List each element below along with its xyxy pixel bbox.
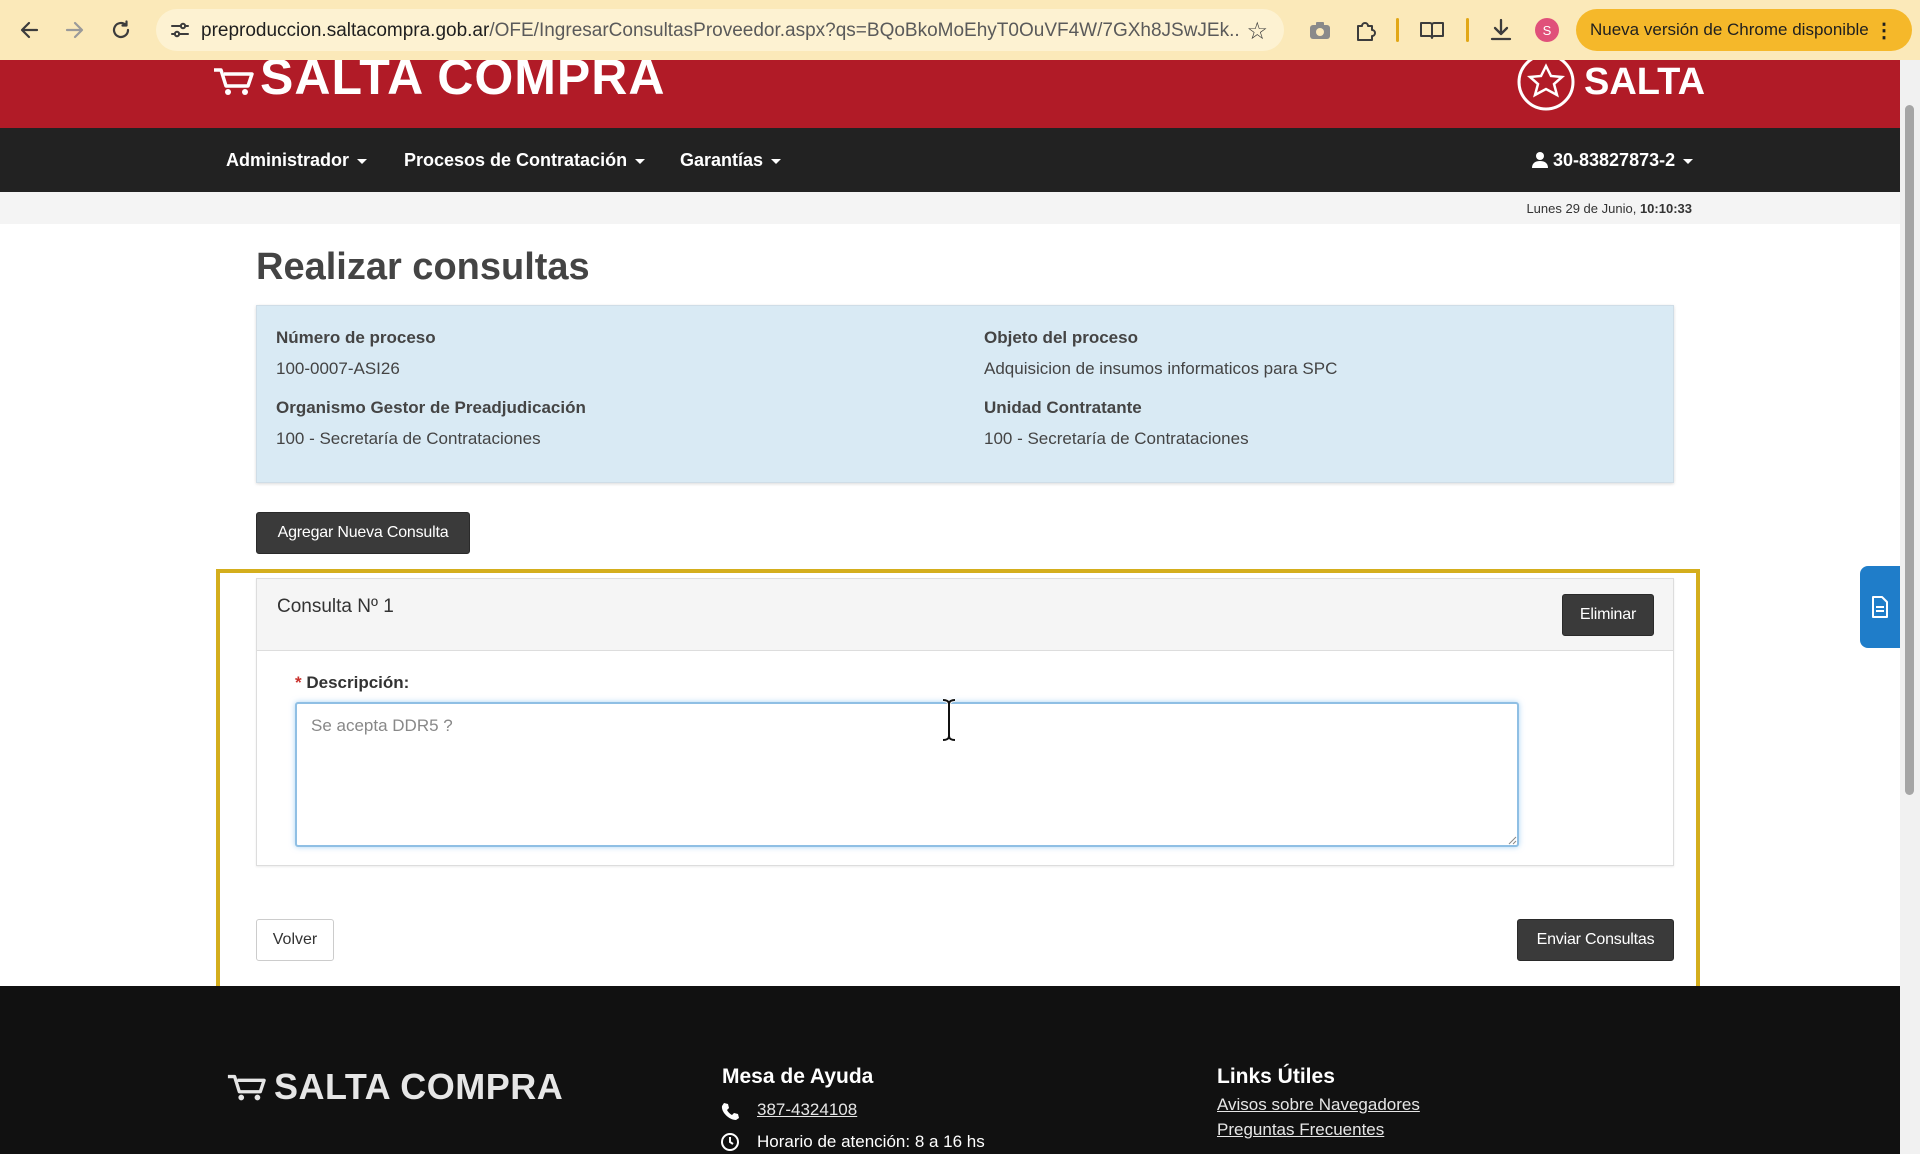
caret-down-icon	[771, 158, 782, 164]
forward-arrow-icon[interactable]	[60, 15, 90, 45]
nav-garantias[interactable]: Garantías	[680, 150, 782, 171]
main-navbar: Administrador Procesos de Contratación G…	[0, 128, 1900, 192]
help-desk-heading: Mesa de Ayuda	[722, 1065, 874, 1088]
caret-down-icon	[1683, 158, 1694, 164]
extensions-puzzle-icon[interactable]	[1352, 16, 1380, 44]
caret-down-icon	[357, 158, 368, 164]
kebab-menu-icon[interactable]: ⋮	[1874, 18, 1894, 43]
numero-value: 100-0007-ASI26	[276, 359, 400, 378]
address-bar[interactable]: preproduccion.saltacompra.gob.ar/OFE/Ing…	[156, 9, 1284, 51]
description-label-text: Descripción:	[306, 673, 410, 692]
side-document-tab[interactable]	[1860, 566, 1900, 648]
current-datetime: Lunes 29 de Junio, 10:10:33	[1526, 201, 1692, 216]
objeto-label: Objeto del proceso	[984, 328, 1138, 347]
process-info-box: Número de proceso 100-0007-ASI26 Organis…	[256, 305, 1674, 483]
profile-avatar[interactable]: S	[1535, 18, 1559, 42]
footer-link-faq[interactable]: Preguntas Frecuentes	[1217, 1120, 1384, 1140]
url-host: preproduccion.saltacompra.gob.ar	[201, 20, 490, 41]
document-icon	[1872, 596, 1888, 618]
bookmark-star-icon[interactable]: ☆	[1246, 17, 1268, 46]
camera-icon[interactable]	[1306, 16, 1334, 44]
resize-grip-icon[interactable]	[1507, 835, 1517, 845]
help-phone-link[interactable]: 387-4324108	[757, 1100, 857, 1120]
cart-icon	[214, 68, 254, 95]
current-time: 10:10:33	[1639, 201, 1692, 216]
help-hours: Horario de atención: 8 a 16 hs	[757, 1132, 985, 1151]
scrollbar-thumb[interactable]	[1905, 105, 1914, 795]
site-header: SALTA COMPRA SALTA	[0, 60, 1900, 128]
page-scrollbar[interactable]	[1900, 60, 1920, 1154]
site-footer: SALTA COMPRA Mesa de Ayuda 387-4324108 H…	[0, 986, 1900, 1154]
text-cursor-icon	[942, 698, 956, 742]
toolbar-separator	[1396, 18, 1399, 42]
organismo-label: Organismo Gestor de Preadjudicación	[276, 398, 586, 417]
caret-down-icon	[635, 158, 646, 164]
date-bar: Lunes 29 de Junio, 10:10:33	[0, 192, 1900, 224]
nav-garantias-label: Garantías	[680, 150, 764, 170]
nav-user-menu[interactable]: 30-83827873-2	[1532, 150, 1694, 171]
unidad-value: 100 - Secretaría de Contrataciones	[984, 429, 1249, 448]
consulta-panel-header: Consulta Nº 1 Eliminar	[257, 579, 1673, 651]
chrome-update-button[interactable]: Nueva versión de Chrome disponible ⋮	[1576, 9, 1912, 51]
required-asterisk: *	[295, 673, 302, 692]
reading-mode-icon[interactable]	[1418, 16, 1446, 44]
nav-procesos[interactable]: Procesos de Contratación	[404, 150, 646, 171]
numero-label: Número de proceso	[276, 328, 436, 347]
send-consultas-button[interactable]: Enviar Consultas	[1517, 919, 1674, 961]
footer-logo-text: SALTA COMPRA	[274, 1066, 564, 1107]
back-arrow-icon[interactable]	[14, 15, 44, 45]
toolbar-separator	[1466, 18, 1469, 42]
consulta-title: Consulta Nº 1	[277, 596, 394, 617]
site-logo-text: SALTA COMPRA	[260, 60, 666, 105]
description-label: * Descripción:	[295, 673, 409, 693]
useful-links-heading: Links Útiles	[1217, 1065, 1335, 1088]
salta-gov-logo: SALTA	[1516, 60, 1705, 112]
chrome-update-label: Nueva versión de Chrome disponible	[1590, 20, 1869, 39]
url-path: /OFE/IngresarConsultasProveedor.aspx?qs=…	[489, 20, 1241, 41]
salta-seal-icon	[1517, 60, 1575, 111]
unidad-label: Unidad Contratante	[984, 398, 1142, 417]
description-textarea[interactable]	[295, 702, 1519, 847]
current-date: Lunes 29 de Junio,	[1526, 201, 1637, 216]
site-logo[interactable]: SALTA COMPRA	[212, 60, 665, 106]
delete-consulta-button[interactable]: Eliminar	[1562, 594, 1654, 636]
consulta-panel: Consulta Nº 1 Eliminar * Descripción:	[256, 578, 1674, 866]
url-text: preproduccion.saltacompra.gob.ar/OFE/Ing…	[201, 20, 1241, 42]
back-button[interactable]: Volver	[256, 919, 334, 961]
nav-procesos-label: Procesos de Contratación	[404, 150, 628, 170]
nav-administrador-label: Administrador	[226, 150, 350, 170]
add-consulta-button[interactable]: Agregar Nueva Consulta	[256, 512, 470, 554]
nav-administrador[interactable]: Administrador	[226, 150, 368, 171]
objeto-value: Adquisicion de insumos informaticos para…	[984, 359, 1338, 378]
download-icon[interactable]	[1487, 16, 1515, 44]
footer-link-navegadores[interactable]: Avisos sobre Navegadores	[1217, 1095, 1420, 1115]
browser-toolbar: preproduccion.saltacompra.gob.ar/OFE/Ing…	[0, 0, 1920, 60]
salta-logo-text: SALTA	[1584, 60, 1706, 103]
footer-logo: SALTA COMPRA	[226, 1066, 563, 1108]
cart-icon	[227, 1074, 266, 1101]
phone-icon	[721, 1103, 739, 1120]
organismo-value: 100 - Secretaría de Contrataciones	[276, 429, 541, 448]
user-icon	[1532, 152, 1548, 168]
site-settings-icon[interactable]	[168, 18, 192, 42]
page-title: Realizar consultas	[256, 246, 590, 288]
nav-user-label: 30-83827873-2	[1553, 150, 1676, 170]
clock-icon	[721, 1133, 739, 1151]
reload-icon[interactable]	[106, 15, 136, 45]
